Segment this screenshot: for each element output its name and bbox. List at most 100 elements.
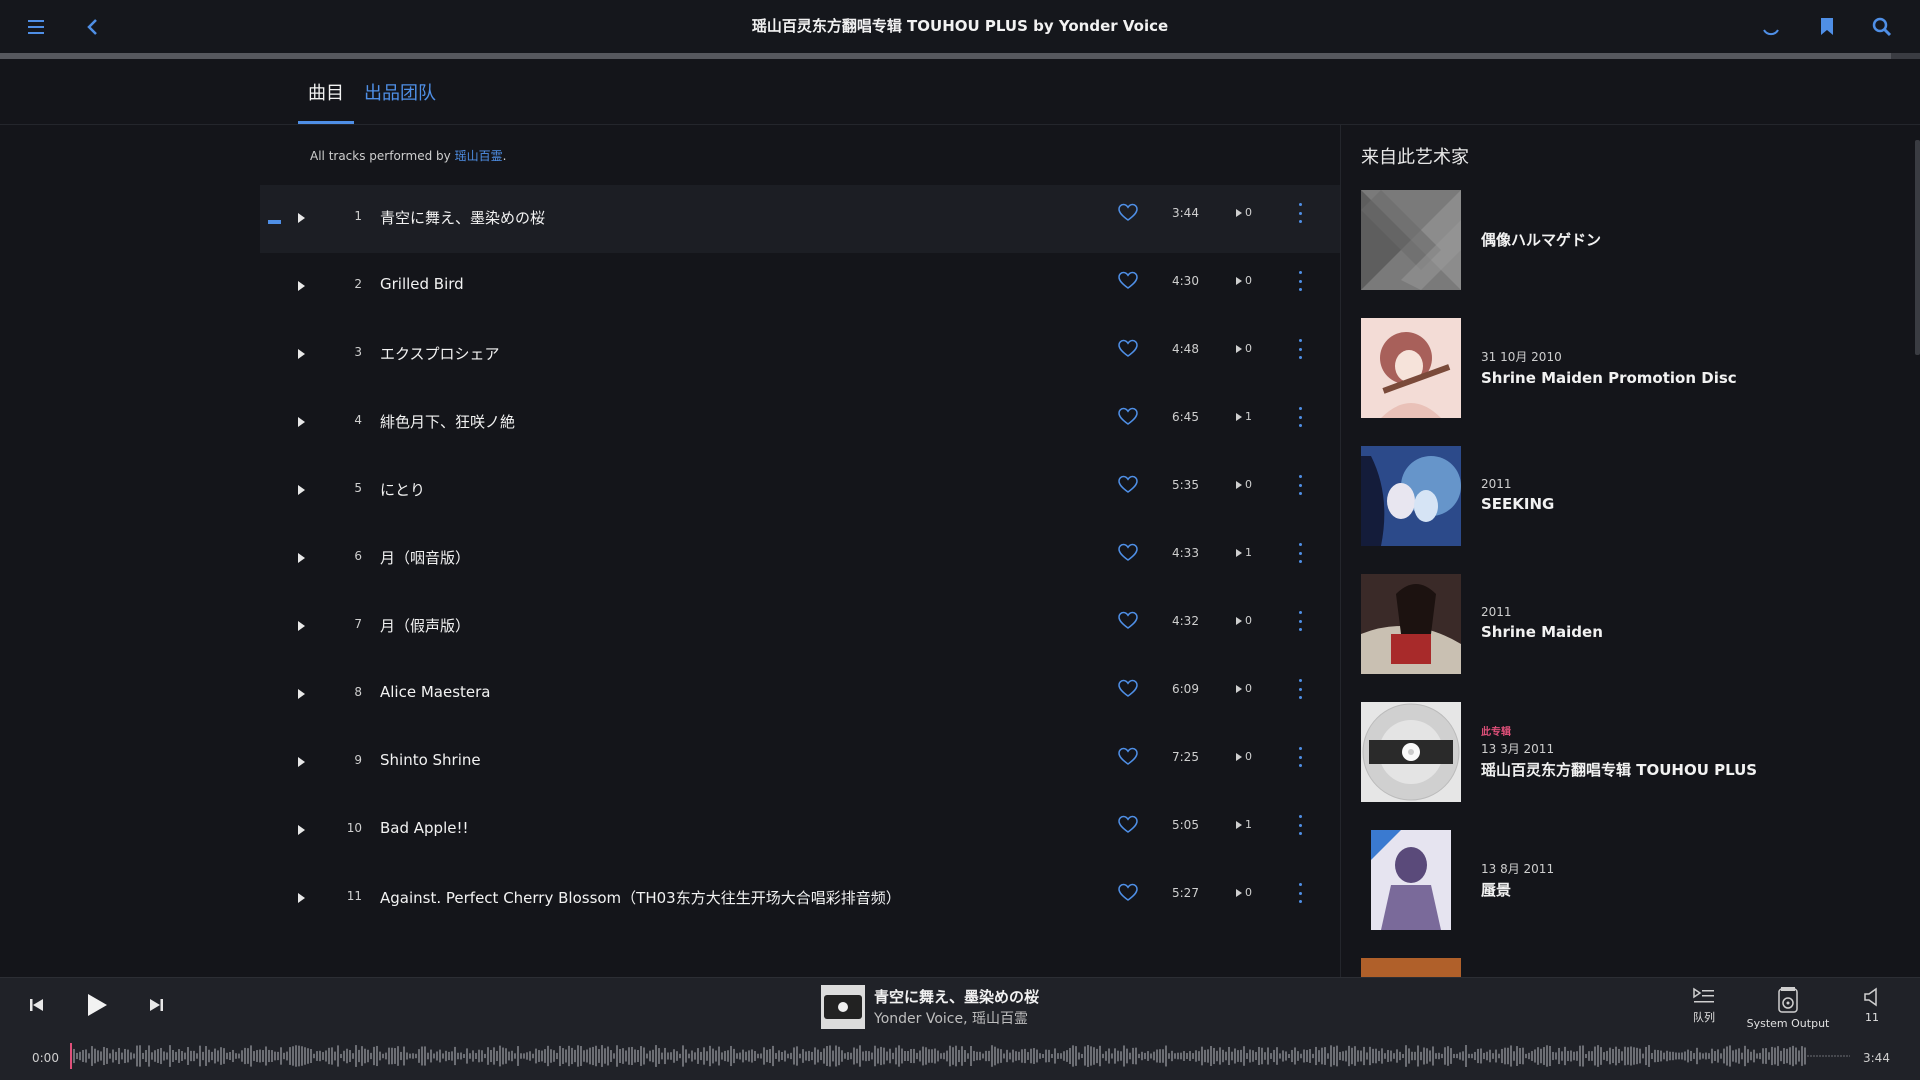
heart-icon[interactable] <box>1118 747 1138 767</box>
track-title[interactable]: Grilled Bird <box>380 275 464 293</box>
more-options-icon[interactable] <box>1290 269 1310 293</box>
heart-icon[interactable] <box>1118 611 1138 631</box>
tab-credits[interactable]: 出品团队 <box>354 59 446 125</box>
album-card[interactable]: 2011 Shrine Maiden <box>1361 574 1881 674</box>
speaker-device-icon <box>1778 987 1798 1013</box>
more-options-icon[interactable] <box>1290 677 1310 701</box>
album-card[interactable]: 此专辑 13 3月 2011 瑶山百灵东方翻唱专辑 TOUHOU PLUS <box>1361 702 1881 802</box>
previous-track-icon[interactable] <box>28 996 46 1018</box>
menu-icon[interactable] <box>15 0 59 53</box>
heart-icon[interactable] <box>1118 203 1138 223</box>
play-track-icon[interactable] <box>298 281 305 291</box>
album-card[interactable]: 31 10月 2010 Shrine Maiden Promotion Disc <box>1361 318 1881 418</box>
track-title[interactable]: 月（假声版） <box>380 615 470 636</box>
more-options-icon[interactable] <box>1290 337 1310 361</box>
play-count-value: 0 <box>1245 478 1252 491</box>
now-playing-title[interactable]: 青空に舞え、墨染めの桜 <box>874 986 1039 1007</box>
now-playing-artist[interactable]: Yonder Voice, 瑶山百霊 <box>874 1008 1028 1028</box>
heart-icon[interactable] <box>1118 407 1138 427</box>
more-options-icon[interactable] <box>1290 609 1310 633</box>
track-row[interactable]: 5 にとり 5:35 0 <box>260 457 1340 525</box>
track-row[interactable]: 3 エクスプロシェア 4:48 0 <box>260 321 1340 389</box>
album-card[interactable]: 偶像ハルマゲドン <box>1361 190 1881 290</box>
more-options-icon[interactable] <box>1290 405 1310 429</box>
back-arrow-icon[interactable] <box>70 0 114 53</box>
heart-icon[interactable] <box>1118 339 1138 359</box>
more-options-icon[interactable] <box>1290 813 1310 837</box>
track-row[interactable]: 2 Grilled Bird 4:30 0 <box>260 253 1340 321</box>
more-options-icon[interactable] <box>1290 473 1310 497</box>
track-duration: 6:45 <box>1172 410 1199 424</box>
album-name[interactable]: Shrine Maiden <box>1481 622 1861 643</box>
track-title[interactable]: 青空に舞え、墨染めの桜 <box>380 207 545 228</box>
album-name[interactable]: Shrine Maiden Promotion Disc <box>1481 368 1861 389</box>
play-track-icon[interactable] <box>298 689 305 699</box>
heart-icon[interactable] <box>1118 883 1138 903</box>
album-cover[interactable] <box>1361 318 1461 418</box>
track-title[interactable]: 月（咽音版） <box>380 547 470 568</box>
track-title[interactable]: Shinto Shrine <box>380 751 481 769</box>
scrollbar[interactable] <box>1915 140 1920 355</box>
album-cover[interactable] <box>1361 830 1461 930</box>
album-cover[interactable] <box>1361 702 1461 802</box>
heart-icon[interactable] <box>1118 815 1138 835</box>
more-options-icon[interactable] <box>1290 881 1310 905</box>
track-title[interactable]: エクスプロシェア <box>380 343 500 364</box>
album-card[interactable]: 13 8月 2011 蜃景 <box>1361 830 1881 930</box>
track-row[interactable]: 8 Alice Maestera 6:09 0 <box>260 661 1340 729</box>
track-title[interactable]: Alice Maestera <box>380 683 491 701</box>
track-row[interactable]: 6 月（咽音版） 4:33 1 <box>260 525 1340 593</box>
album-name[interactable]: 偶像ハルマゲドン <box>1481 230 1861 251</box>
track-row[interactable]: 10 Bad Apple!! 5:05 1 <box>260 797 1340 865</box>
track-title[interactable]: Bad Apple!! <box>380 819 469 837</box>
play-track-icon[interactable] <box>298 621 305 631</box>
play-track-icon[interactable] <box>298 417 305 427</box>
performer-link[interactable]: 瑶山百霊 <box>455 149 503 163</box>
waveform-seekbar[interactable] <box>70 1043 1850 1069</box>
album-name[interactable]: 瑶山百灵东方翻唱专辑 TOUHOU PLUS <box>1481 760 1861 781</box>
play-count: 0 <box>1236 614 1252 627</box>
album-name[interactable]: 蜃景 <box>1481 880 1861 901</box>
more-options-icon[interactable] <box>1290 745 1310 769</box>
track-row[interactable]: 4 緋色月下、狂咲ノ絶 6:45 1 <box>260 389 1340 457</box>
track-row[interactable]: 1 青空に舞え、墨染めの桜 3:44 0 <box>260 185 1340 253</box>
heart-icon[interactable] <box>1118 543 1138 563</box>
album-cover[interactable] <box>1361 190 1461 290</box>
queue-button[interactable]: 队列 <box>1688 986 1720 1025</box>
play-track-icon[interactable] <box>298 893 305 903</box>
playhead[interactable] <box>70 1043 72 1069</box>
heart-icon[interactable] <box>1118 271 1138 291</box>
bookmark-icon[interactable] <box>1805 0 1849 53</box>
album-cover[interactable] <box>1361 574 1461 674</box>
more-options-icon[interactable] <box>1290 201 1310 225</box>
play-track-icon[interactable] <box>298 349 305 359</box>
play-track-icon[interactable] <box>298 213 305 223</box>
next-track-icon[interactable] <box>147 996 165 1018</box>
album-date: 2011 <box>1481 477 1512 491</box>
track-row[interactable]: 9 Shinto Shrine 7:25 0 <box>260 729 1340 797</box>
play-track-icon[interactable] <box>298 553 305 563</box>
play-track-icon[interactable] <box>298 757 305 767</box>
tab-tracks[interactable]: 曲目 <box>298 59 354 125</box>
play-track-icon[interactable] <box>298 485 305 495</box>
search-icon[interactable] <box>1860 0 1904 53</box>
play-icon[interactable] <box>84 992 110 1022</box>
album-card[interactable]: 2011 SEEKING <box>1361 446 1881 546</box>
volume-button[interactable]: 11 <box>1857 986 1887 1024</box>
track-title[interactable]: 緋色月下、狂咲ノ絶 <box>380 411 515 432</box>
loading-spinner-icon <box>1749 0 1793 53</box>
album-name[interactable]: SEEKING <box>1481 494 1861 515</box>
output-device-button[interactable]: System Output <box>1743 986 1833 1030</box>
more-options-icon[interactable] <box>1290 541 1310 565</box>
track-title[interactable]: にとり <box>380 479 425 500</box>
track-row[interactable]: 7 月（假声版） 4:32 0 <box>260 593 1340 661</box>
track-title[interactable]: Against. Perfect Cherry Blossom（TH03东方大往… <box>380 887 901 908</box>
play-track-icon[interactable] <box>298 825 305 835</box>
track-row[interactable]: 11 Against. Perfect Cherry Blossom（TH03东方… <box>260 865 1340 933</box>
now-playing-cover[interactable] <box>821 985 865 1029</box>
album-cover[interactable] <box>1361 446 1461 546</box>
heart-icon[interactable] <box>1118 679 1138 699</box>
play-count-icon <box>1236 412 1242 421</box>
heart-icon[interactable] <box>1118 475 1138 495</box>
album-cover-partial[interactable] <box>1361 958 1461 977</box>
